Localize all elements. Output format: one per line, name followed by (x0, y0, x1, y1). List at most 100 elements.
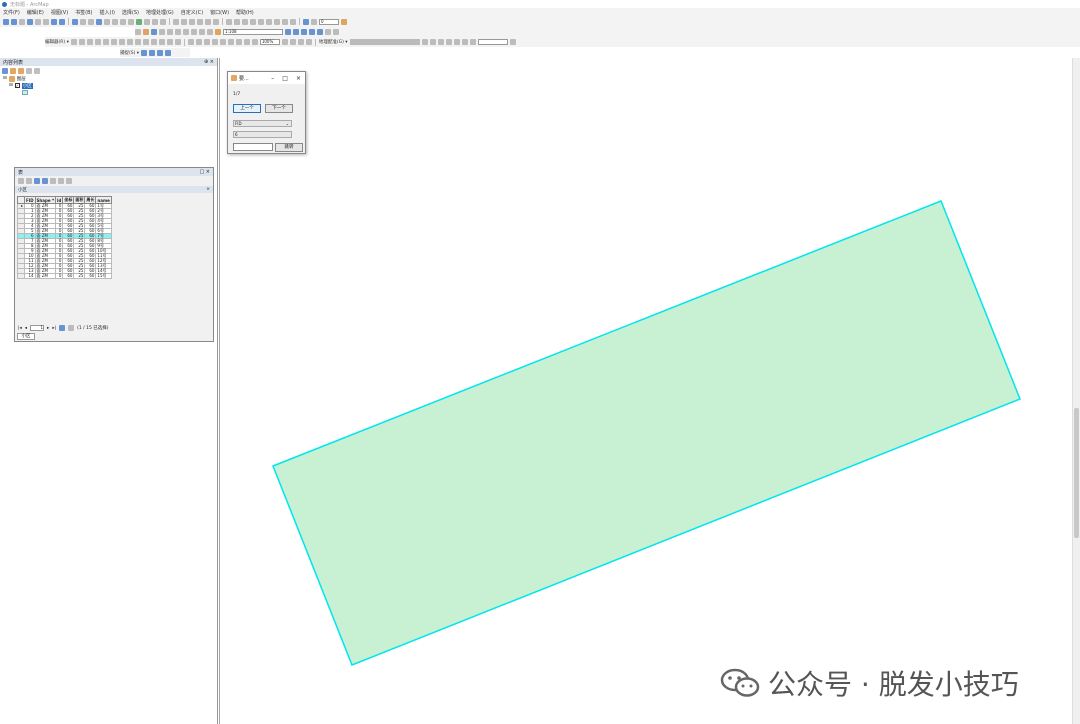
rotate-georef-icon[interactable] (445, 39, 452, 45)
open-icon[interactable] (143, 29, 149, 35)
edit-tool-icon[interactable] (70, 39, 77, 45)
editor-toolbar-icon[interactable] (285, 29, 291, 35)
first-record-icon[interactable]: |◂ (18, 326, 22, 331)
goto-button[interactable]: 跳转 (275, 143, 303, 152)
identify-icon[interactable] (96, 18, 102, 25)
layout-fixed-out-icon[interactable] (235, 39, 242, 45)
new-document-icon[interactable] (135, 29, 141, 35)
print-icon[interactable] (159, 29, 165, 35)
next-button[interactable]: 下一个 (265, 104, 293, 113)
menu-help[interactable]: 帮助(H) (236, 9, 254, 16)
globe-icon[interactable] (303, 18, 309, 25)
select-by-attributes-icon[interactable] (34, 178, 40, 184)
list-by-selection-icon[interactable] (26, 67, 32, 74)
georeference-layer-dropdown[interactable] (349, 39, 420, 45)
layout-pan-icon[interactable] (203, 39, 210, 45)
edit-annotation-icon[interactable] (78, 39, 85, 45)
toc-options-icon[interactable] (34, 67, 40, 74)
scale-icon[interactable] (461, 39, 468, 45)
end-snapping-icon[interactable] (149, 49, 156, 56)
map-canvas[interactable] (220, 58, 1073, 724)
collapse-icon[interactable]: ⊟ (9, 83, 13, 88)
full-extent-icon[interactable] (27, 18, 33, 25)
layout-zoom-out-icon[interactable] (195, 39, 202, 45)
focus-data-frame-icon[interactable] (289, 39, 296, 45)
layout-100-icon[interactable] (219, 39, 226, 45)
maximize-icon[interactable]: □ (282, 75, 288, 82)
menu-windows[interactable]: 窗口(W) (210, 9, 229, 16)
table-cell[interactable]: 15号 (95, 273, 112, 279)
cut-polygons-icon[interactable] (134, 39, 141, 45)
layers-node[interactable]: ⊟ 图层 (0, 75, 217, 82)
add-data-icon[interactable] (215, 29, 221, 35)
end-point-arc-icon[interactable] (94, 39, 101, 45)
trace-icon[interactable] (102, 39, 109, 45)
create-features-icon[interactable] (174, 39, 181, 45)
find-icon[interactable] (128, 18, 134, 25)
layout-tool-4-icon[interactable] (250, 18, 256, 25)
layout-zoom-input[interactable]: 100% (259, 39, 280, 45)
hyperlink-icon[interactable] (104, 18, 110, 25)
shift-icon[interactable] (453, 39, 460, 45)
previous-record-icon[interactable]: ◂ (25, 326, 27, 331)
layout-fixed-in-icon[interactable] (227, 39, 234, 45)
menu-selection[interactable]: 选择(S) (122, 9, 139, 16)
undo-icon[interactable] (199, 29, 205, 35)
layer-node[interactable]: ⊟ ✓ 小区 (0, 82, 217, 89)
edit-vertices-icon[interactable] (118, 39, 125, 45)
toc-pin-close[interactable]: ⊕ × (204, 59, 214, 65)
layout-full-icon[interactable] (211, 39, 218, 45)
last-record-icon[interactable]: ▸| (52, 326, 56, 331)
layout-tool-7-icon[interactable] (274, 18, 280, 25)
table-options-icon[interactable] (18, 178, 24, 184)
split-icon[interactable] (142, 39, 149, 45)
table-row[interactable]: 14 面 ZM 0 60 25 60 15号 (17, 273, 112, 279)
menu-edit[interactable]: 编辑(E) (27, 9, 44, 16)
add-control-points-icon[interactable] (429, 39, 436, 45)
list-by-drawing-order-icon[interactable] (2, 67, 8, 74)
menu-bookmarks[interactable]: 书签(B) (75, 9, 92, 16)
straight-segment-icon[interactable] (86, 39, 93, 45)
effects-icon[interactable] (311, 18, 317, 25)
layout-tool-5-icon[interactable] (258, 18, 264, 25)
point-icon[interactable] (110, 39, 117, 45)
attributes-icon[interactable] (158, 39, 165, 45)
close-icon[interactable]: × (296, 75, 301, 82)
find-route-icon[interactable] (136, 18, 142, 25)
layout-tool-9-icon[interactable] (290, 18, 296, 25)
zoom-to-selected-icon[interactable] (58, 178, 64, 184)
zoom-out-icon[interactable] (11, 18, 17, 25)
data-driven-pages-icon[interactable] (305, 39, 312, 45)
layout-forward-icon[interactable] (251, 39, 258, 45)
table-bottom-tab[interactable]: 小区 (17, 333, 35, 340)
clear-table-selection-icon[interactable] (50, 178, 56, 184)
select-features-icon[interactable] (72, 18, 78, 25)
paste-icon[interactable] (183, 29, 189, 35)
record-number-input[interactable]: 1 (30, 325, 45, 331)
cut-icon[interactable] (167, 29, 173, 35)
arctoolbox-icon[interactable] (317, 29, 323, 35)
table-cell[interactable]: 60 (84, 273, 97, 279)
draw-tool-3-icon[interactable] (189, 18, 195, 25)
draw-tool-icon[interactable] (173, 18, 179, 25)
goto-input[interactable] (233, 143, 273, 151)
rotation-input[interactable] (477, 39, 508, 45)
editor-menu[interactable]: 编辑器(R) ▾ (45, 39, 69, 45)
save-icon[interactable] (151, 29, 157, 35)
sketch-properties-icon[interactable] (166, 39, 173, 45)
delete-selected-icon[interactable] (66, 178, 72, 184)
georef-extra-icon[interactable] (509, 39, 516, 45)
go-to-xy-icon[interactable] (144, 18, 150, 25)
layout-tool-icon[interactable] (226, 18, 232, 25)
pan-icon[interactable] (19, 18, 25, 25)
draw-tool-6-icon[interactable] (213, 18, 219, 25)
vertical-scrollbar[interactable] (1072, 58, 1080, 724)
table-cell[interactable]: 0 (55, 273, 64, 279)
georeferencing-menu[interactable]: 地理配准(G) ▾ (319, 39, 348, 45)
table-cell[interactable]: 25 (73, 273, 86, 279)
georef-options-icon[interactable] (469, 39, 476, 45)
search-icon[interactable] (309, 29, 315, 35)
html-popup-icon[interactable] (112, 18, 118, 25)
change-layout-icon[interactable] (297, 39, 304, 45)
fit-to-display-icon[interactable] (421, 39, 428, 45)
